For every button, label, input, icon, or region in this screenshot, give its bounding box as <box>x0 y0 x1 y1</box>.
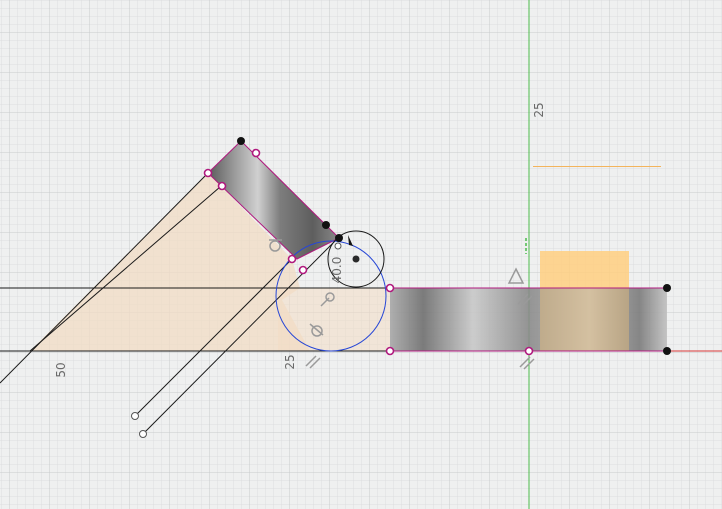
orange-box-outline <box>533 166 661 167</box>
fixed-point <box>335 234 343 242</box>
endpoint <box>131 412 139 420</box>
sketch-point <box>287 254 297 264</box>
fixed-point <box>237 137 245 145</box>
dimension-anchor <box>352 255 360 263</box>
sketch-point <box>217 181 227 191</box>
fixed-point <box>663 284 671 292</box>
endpoint <box>334 242 342 250</box>
ruler-label-x-25: 25 <box>283 354 297 369</box>
fixed-point <box>663 347 671 355</box>
sketch-point <box>203 168 213 178</box>
fixed-point <box>322 221 330 229</box>
sketch-point <box>385 283 395 293</box>
ruler-label-y-25: 25 <box>532 102 546 117</box>
sketch-point <box>298 265 308 275</box>
orange-preview-overlay <box>540 288 629 351</box>
sketch-point <box>251 148 261 158</box>
endpoint <box>139 430 147 438</box>
sketch-canvas[interactable]: 40.0 50 25 25 <box>0 0 722 509</box>
ruler-label-x-50: 50 <box>54 362 68 377</box>
dimension-value[interactable]: 40.0 <box>330 257 344 284</box>
sketch-point <box>524 346 534 356</box>
sketch-point <box>385 346 395 356</box>
